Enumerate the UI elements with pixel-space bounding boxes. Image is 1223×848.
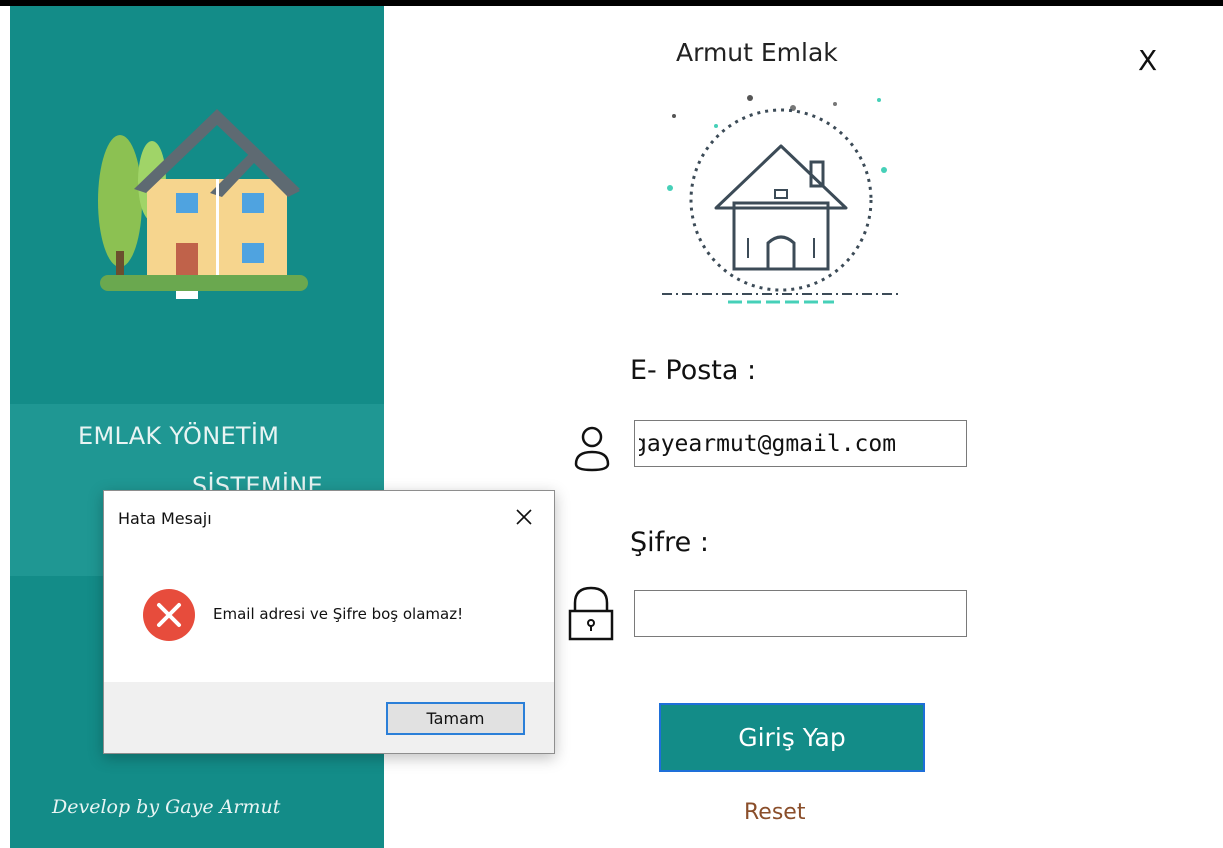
login-button-label: Giriş Yap [738,723,846,752]
ok-button-label: Tamam [426,709,485,728]
password-label: Şifre : [630,527,709,558]
email-field[interactable] [634,420,967,467]
error-dialog: Hata Mesajı Email adresi ve Şifre boş ol… [103,490,555,754]
password-field[interactable] [634,590,967,637]
house-illustration-icon [98,109,308,299]
error-icon [143,589,195,641]
sidebar-title-line1: EMLAK YÖNETİM [78,422,280,450]
dialog-message: Email adresi ve Şifre boş olamaz! [213,605,464,623]
dialog-title: Hata Mesajı [118,509,212,528]
close-icon[interactable] [512,505,536,529]
lock-icon [568,586,614,641]
window-left-edge [0,6,10,848]
user-icon [574,426,610,472]
app-title: Armut Emlak [676,38,838,67]
dialog-footer: Tamam [104,682,554,753]
ok-button[interactable]: Tamam [386,702,525,735]
house-outline-icon [662,95,900,304]
developer-credit: Develop by Gaye Armut [52,796,281,818]
login-button[interactable]: Giriş Yap [659,703,925,772]
email-label: E- Posta : [630,355,757,386]
reset-link[interactable]: Reset [744,800,805,825]
close-button[interactable]: X [1138,44,1157,77]
